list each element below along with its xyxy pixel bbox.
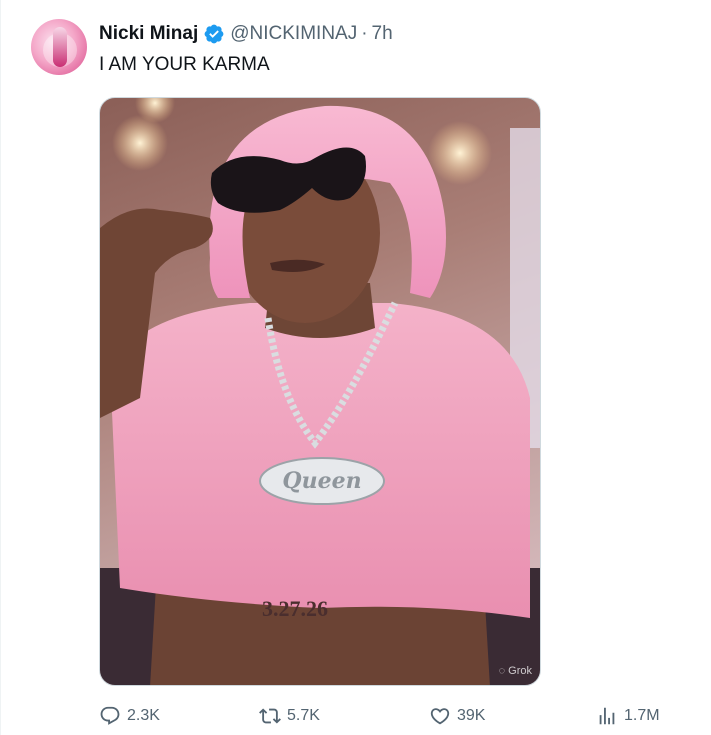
repost-count: 5.7K [287,707,320,724]
pendant-text: Queen [282,468,361,494]
tattoo-text: 3.27.26 [262,596,328,621]
like-count: 39K [457,707,486,724]
repost-button[interactable]: 5.7K [259,705,320,727]
grok-watermark: ◌ Grok [499,665,532,677]
tweet-image[interactable]: Queen 3.27.26 ◌ Grok [99,97,541,686]
reply-icon [100,706,120,725]
timestamp[interactable]: 7h [372,23,393,45]
tweet-text: I AM YOUR KARMA [99,54,270,75]
avatar[interactable] [31,19,87,75]
repost-icon [259,708,281,724]
reply-count: 2.3K [127,707,160,724]
header-separator: · [361,23,368,44]
bokeh-light [112,115,168,171]
author-handle[interactable]: @NICKIMINAJ [230,23,357,45]
views-count: 1.7M [624,707,660,724]
verified-badge-icon[interactable] [203,23,225,45]
views-icon [599,707,615,725]
author-name[interactable]: Nicki Minaj [99,23,198,45]
grok-label: Grok [508,665,532,677]
avatar-figure [53,27,67,67]
reply-button[interactable]: 2.3K [99,705,160,727]
heart-icon [430,708,450,725]
like-button[interactable]: 39K [429,705,485,727]
action-bar: 2.3K 5.7K 39K 1.7M [99,705,699,731]
bokeh-light [428,121,492,185]
tweet-header: Nicki Minaj @NICKIMINAJ · 7h [99,22,393,46]
grok-icon: ◌ [498,665,506,677]
views-button[interactable]: 1.7M [596,705,660,727]
tweet[interactable]: Nicki Minaj @NICKIMINAJ · 7h I AM YOUR K… [0,0,711,735]
